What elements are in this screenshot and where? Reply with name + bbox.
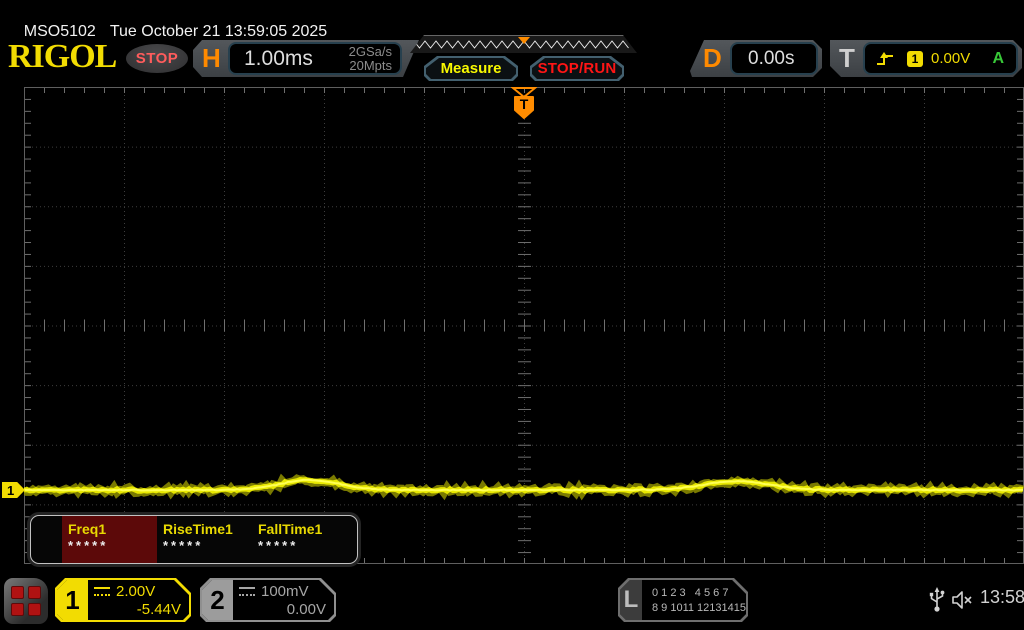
horizontal-panel[interactable]: H 1.00ms 2GSa/s 20Mpts: [193, 40, 419, 77]
clock: 13:58: [980, 587, 1024, 608]
datetime: Tue October 21 13:59:05 2025: [110, 23, 327, 40]
measurement-risetime1[interactable]: RiseTime1 *****: [157, 516, 252, 563]
grid-menu-icon[interactable]: [4, 578, 48, 624]
logic-channels-status[interactable]: L 0 1 2 3 4 5 6 78 9 1011 12131415: [618, 578, 748, 622]
rising-edge-icon: [875, 50, 897, 68]
trigger-marker-letter: T: [520, 96, 529, 112]
run-state-badge: STOP: [126, 44, 188, 73]
stop-run-button[interactable]: STOP/RUN: [530, 56, 624, 81]
oscilloscope-screen: MSO5102Tue October 21 13:59:05 2025 RIGO…: [0, 0, 1024, 630]
channel2-number: 2: [202, 580, 233, 620]
channel2-offset: 0.00V: [239, 601, 326, 618]
timebase-value: 1.00ms: [244, 47, 349, 71]
trigger-level: 0.00V: [931, 50, 970, 67]
measure-button[interactable]: Measure: [424, 56, 518, 81]
overview-trigger-marker-icon: [518, 37, 530, 44]
logic-channel-numbers: 0 1 2 3 4 5 6 78 9 1011 12131415: [642, 580, 746, 620]
rigol-logo: RIGOL: [8, 38, 116, 76]
trigger-position-marker[interactable]: T: [511, 87, 537, 121]
measurement-falltime1[interactable]: FallTime1 *****: [252, 516, 347, 563]
trigger-sweep-mode: A: [992, 50, 1004, 68]
waveform-overview-strip[interactable]: [410, 35, 637, 53]
channel1-number: 1: [57, 580, 88, 620]
channel1-scale: 2.00V: [116, 583, 155, 600]
trigger-label: T: [839, 43, 855, 74]
channel2-scale: 100mV: [261, 583, 309, 600]
usb-icon: [928, 586, 946, 614]
trigger-panel[interactable]: T 1 0.00V A: [830, 40, 1022, 77]
horizontal-label: H: [202, 43, 221, 74]
delay-value: 0.00s: [748, 48, 794, 70]
acquisition-info: 2GSa/s 20Mpts: [349, 45, 392, 73]
trigger-source-badge: 1: [907, 51, 923, 67]
channel1-status[interactable]: 1 2.00V -5.44V: [55, 578, 191, 622]
overview-zigzag: [410, 36, 637, 53]
delay-panel[interactable]: D 0.00s: [690, 40, 822, 77]
channel2-status[interactable]: 2 100mV 0.00V: [200, 578, 336, 622]
measurement-results-box: Freq1 ***** RiseTime1 ***** FallTime1 **…: [30, 515, 358, 564]
memory-depth: 20Mpts: [349, 58, 392, 73]
measurement-freq1[interactable]: Freq1 *****: [62, 516, 157, 563]
delay-label: D: [703, 43, 722, 74]
channel1-waveform: [24, 87, 1024, 564]
channel1-position-marker[interactable]: 1: [2, 482, 25, 498]
dc-coupling-icon: [239, 587, 255, 596]
sample-rate: 2GSa/s: [349, 44, 392, 59]
channel1-offset: -5.44V: [94, 601, 181, 618]
dc-coupling-icon: [94, 587, 110, 596]
graticule: [24, 87, 1024, 564]
speaker-muted-icon: [950, 589, 976, 611]
